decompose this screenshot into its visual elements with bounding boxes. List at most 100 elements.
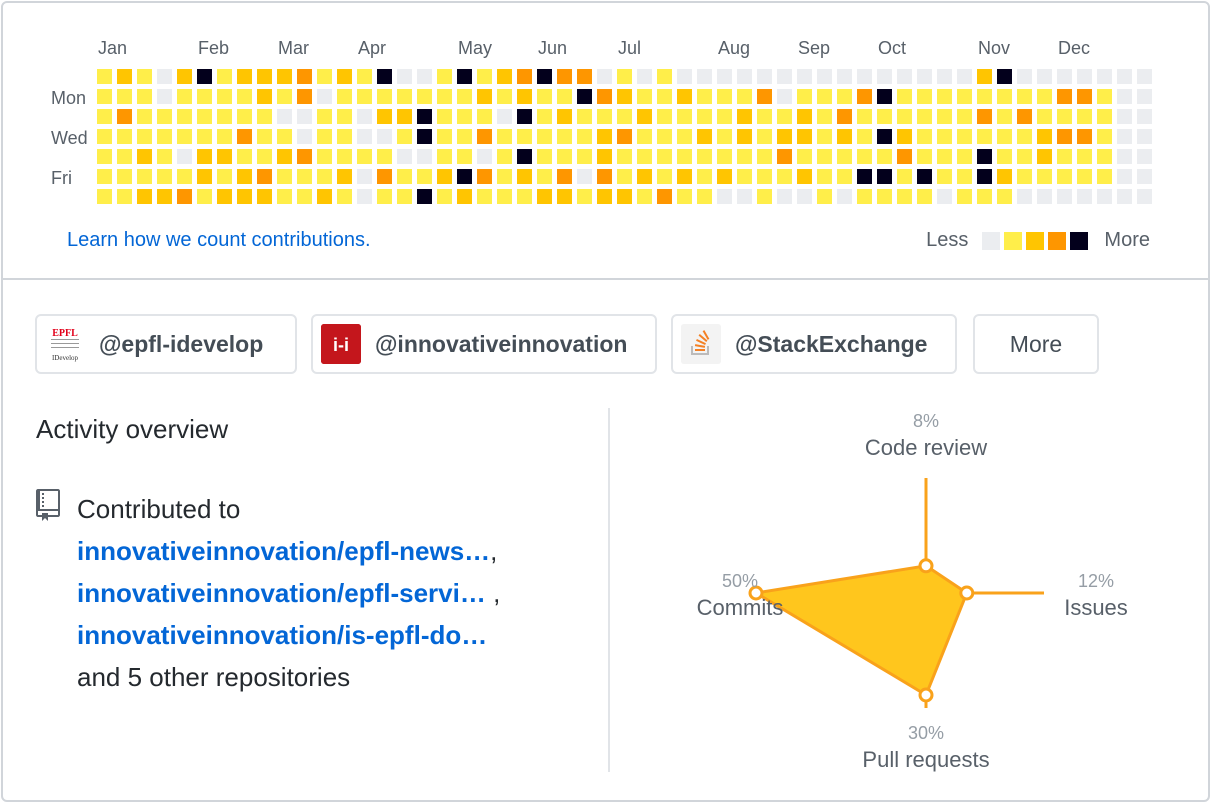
contribution-day[interactable] (897, 89, 912, 104)
contribution-day[interactable] (917, 109, 932, 124)
contribution-day[interactable] (297, 109, 312, 124)
contribution-day[interactable] (937, 149, 952, 164)
contribution-day[interactable] (477, 189, 492, 204)
contribution-day[interactable] (457, 189, 472, 204)
contribution-day[interactable] (677, 189, 692, 204)
contribution-day[interactable] (537, 129, 552, 144)
contribution-day[interactable] (857, 69, 872, 84)
contribution-day[interactable] (877, 69, 892, 84)
contribution-day[interactable] (357, 109, 372, 124)
contribution-day[interactable] (317, 149, 332, 164)
contribution-day[interactable] (1137, 149, 1152, 164)
contribution-day[interactable] (977, 129, 992, 144)
contribution-day[interactable] (817, 149, 832, 164)
contribution-day[interactable] (897, 129, 912, 144)
contribution-day[interactable] (357, 189, 372, 204)
contribution-day[interactable] (157, 129, 172, 144)
contribution-day[interactable] (517, 169, 532, 184)
contribution-day[interactable] (1017, 149, 1032, 164)
contribution-day[interactable] (577, 69, 592, 84)
contribution-day[interactable] (237, 169, 252, 184)
contribution-day[interactable] (437, 109, 452, 124)
contribution-day[interactable] (117, 109, 132, 124)
contribution-day[interactable] (437, 189, 452, 204)
contribution-day[interactable] (837, 109, 852, 124)
contribution-day[interactable] (597, 89, 612, 104)
contribution-day[interactable] (1057, 149, 1072, 164)
contribution-day[interactable] (817, 169, 832, 184)
contribution-day[interactable] (737, 129, 752, 144)
contribution-day[interactable] (117, 189, 132, 204)
contribution-day[interactable] (197, 129, 212, 144)
contribution-day[interactable] (977, 169, 992, 184)
contribution-day[interactable] (1017, 69, 1032, 84)
contribution-day[interactable] (357, 149, 372, 164)
contribution-day[interactable] (1037, 129, 1052, 144)
contribution-day[interactable] (377, 129, 392, 144)
contribution-day[interactable] (117, 169, 132, 184)
contribution-day[interactable] (497, 149, 512, 164)
contribution-day[interactable] (1117, 149, 1132, 164)
contribution-day[interactable] (237, 89, 252, 104)
contribution-day[interactable] (977, 109, 992, 124)
contribution-day[interactable] (497, 89, 512, 104)
contribution-day[interactable] (1057, 169, 1072, 184)
contribution-day[interactable] (457, 149, 472, 164)
contribution-day[interactable] (517, 89, 532, 104)
contribution-day[interactable] (177, 129, 192, 144)
contribution-day[interactable] (637, 149, 652, 164)
contribution-day[interactable] (1037, 69, 1052, 84)
contribution-day[interactable] (777, 169, 792, 184)
contribution-day[interactable] (1117, 189, 1132, 204)
contribution-day[interactable] (1037, 109, 1052, 124)
contribution-day[interactable] (977, 189, 992, 204)
contribution-day[interactable] (637, 109, 652, 124)
contribution-day[interactable] (1097, 189, 1112, 204)
contribution-day[interactable] (177, 149, 192, 164)
contribution-day[interactable] (797, 69, 812, 84)
contribution-day[interactable] (1137, 109, 1152, 124)
contribution-day[interactable] (997, 69, 1012, 84)
contribution-day[interactable] (797, 109, 812, 124)
contribution-day[interactable] (577, 89, 592, 104)
contribution-day[interactable] (1037, 89, 1052, 104)
contribution-day[interactable] (697, 169, 712, 184)
contribution-day[interactable] (317, 109, 332, 124)
contribution-day[interactable] (637, 69, 652, 84)
contribution-day[interactable] (357, 129, 372, 144)
contribution-day[interactable] (537, 149, 552, 164)
contribution-day[interactable] (697, 129, 712, 144)
contribution-day[interactable] (1057, 189, 1072, 204)
contribution-day[interactable] (657, 109, 672, 124)
contribution-day[interactable] (877, 189, 892, 204)
contribution-day[interactable] (197, 69, 212, 84)
contribution-day[interactable] (997, 169, 1012, 184)
contribution-day[interactable] (397, 129, 412, 144)
contribution-day[interactable] (677, 109, 692, 124)
contribution-day[interactable] (97, 149, 112, 164)
contribution-day[interactable] (197, 169, 212, 184)
contribution-day[interactable] (377, 69, 392, 84)
contribution-day[interactable] (1097, 169, 1112, 184)
contribution-day[interactable] (977, 69, 992, 84)
contribution-day[interactable] (1117, 129, 1132, 144)
contribution-day[interactable] (97, 69, 112, 84)
org-button-epfl-idevelop[interactable]: EPFL IDevelop @epfl-idevelop (35, 314, 297, 374)
contribution-day[interactable] (737, 169, 752, 184)
contribution-day[interactable] (577, 189, 592, 204)
contribution-day[interactable] (897, 169, 912, 184)
repo-link[interactable]: innovativeinnovation/is-epfl-do… (77, 620, 487, 650)
contribution-day[interactable] (257, 189, 272, 204)
contribution-day[interactable] (457, 129, 472, 144)
contribution-day[interactable] (857, 169, 872, 184)
contribution-day[interactable] (277, 189, 292, 204)
contribution-day[interactable] (957, 169, 972, 184)
contribution-day[interactable] (157, 89, 172, 104)
contribution-day[interactable] (1077, 169, 1092, 184)
contribution-day[interactable] (1097, 129, 1112, 144)
contribution-day[interactable] (617, 149, 632, 164)
contribution-day[interactable] (857, 189, 872, 204)
contribution-day[interactable] (777, 89, 792, 104)
contribution-day[interactable] (697, 149, 712, 164)
contribution-day[interactable] (617, 69, 632, 84)
